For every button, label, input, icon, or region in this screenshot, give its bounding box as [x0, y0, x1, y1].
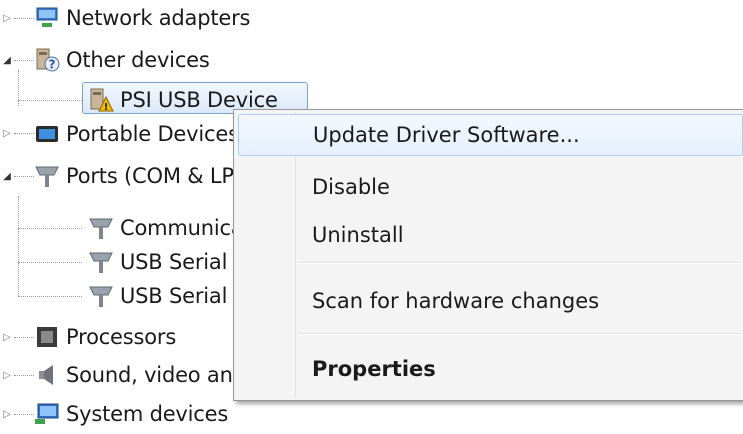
network-adapter-icon	[34, 5, 60, 31]
expand-arrow-icon[interactable]: ▷	[2, 370, 12, 381]
expand-arrow-icon[interactable]: ▷	[2, 128, 12, 139]
port-icon	[88, 215, 114, 241]
speaker-icon	[34, 362, 60, 388]
svg-text:?: ?	[49, 58, 56, 72]
context-menu: Update Driver Software... Disable Uninst…	[233, 109, 743, 401]
menu-item-uninstall[interactable]: Uninstall	[298, 214, 743, 256]
processor-icon	[34, 324, 60, 350]
menu-separator	[298, 262, 741, 264]
tree-item-ports[interactable]: Ports (COM & LPT)	[34, 159, 255, 193]
tree-line	[18, 296, 82, 297]
tree-line	[14, 18, 34, 19]
collapse-arrow-icon[interactable]: ◢	[2, 171, 12, 182]
tree-line	[14, 337, 34, 338]
expand-arrow-icon[interactable]: ▷	[2, 332, 12, 343]
system-device-icon	[34, 401, 60, 427]
collapse-arrow-icon[interactable]: ◢	[2, 55, 12, 66]
tree-item-portable-devices[interactable]: Portable Devices	[34, 117, 239, 151]
expand-arrow-icon[interactable]: ▷	[2, 409, 12, 420]
tree-line	[14, 133, 34, 134]
menu-item-update-driver[interactable]: Update Driver Software...	[238, 114, 743, 156]
tree-item-system-devices[interactable]: System devices	[34, 397, 228, 431]
other-devices-icon: ?	[34, 47, 60, 73]
tree-line	[14, 60, 34, 61]
tree-line	[18, 100, 82, 101]
tree-item-network-adapters[interactable]: Network adapters	[34, 1, 250, 35]
portable-device-icon	[34, 121, 60, 147]
menu-item-scan-hardware[interactable]: Scan for hardware changes	[298, 280, 743, 322]
tree-line	[14, 176, 34, 177]
svg-text:!: !	[104, 102, 109, 113]
tree-item-processors[interactable]: Processors	[34, 320, 176, 354]
tree-line	[14, 375, 34, 376]
tree-line	[18, 228, 82, 229]
port-icon	[34, 163, 60, 189]
port-icon	[88, 249, 114, 275]
warning-device-icon: !	[88, 87, 114, 113]
tree-line	[18, 196, 19, 296]
expand-arrow-icon[interactable]: ▷	[2, 13, 12, 24]
tree-line	[14, 414, 34, 415]
tree-item-other-devices[interactable]: ? Other devices	[34, 43, 210, 77]
menu-separator	[298, 333, 741, 335]
tree-line	[18, 262, 82, 263]
menu-item-disable[interactable]: Disable	[298, 166, 743, 208]
menu-item-properties[interactable]: Properties	[298, 348, 743, 390]
port-icon	[88, 283, 114, 309]
